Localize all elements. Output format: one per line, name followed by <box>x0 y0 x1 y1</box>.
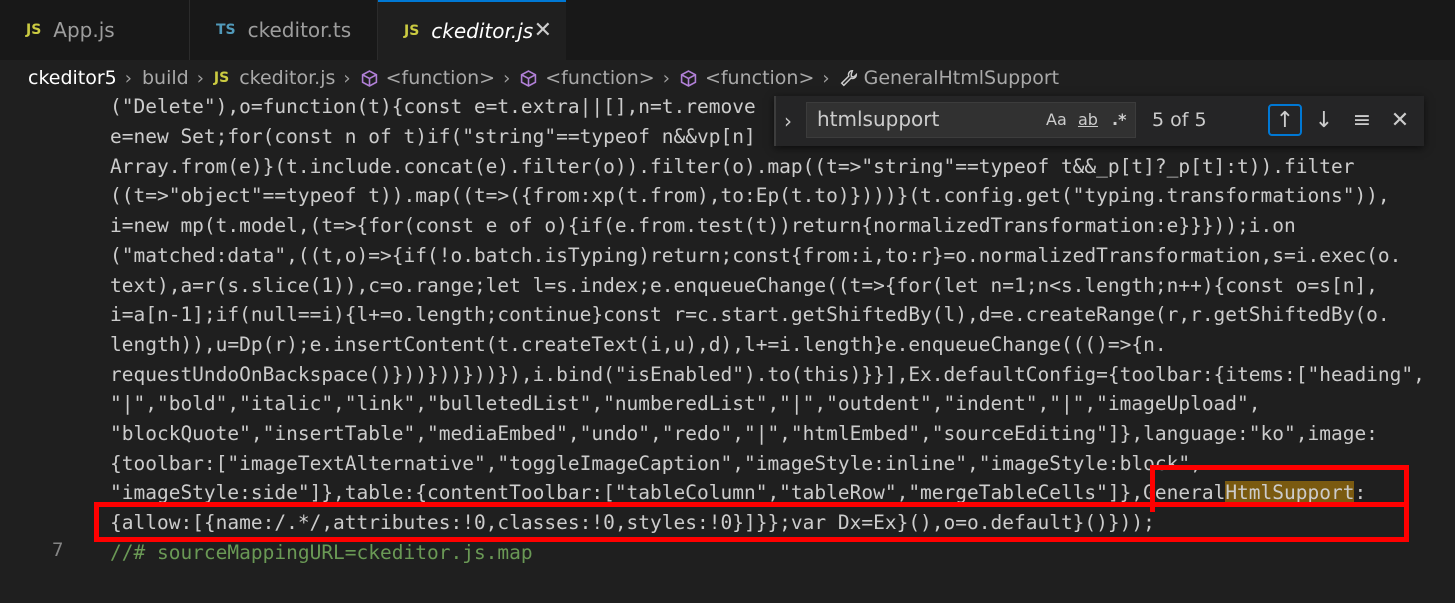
chevron-right-icon: › <box>343 67 351 89</box>
code-line[interactable]: "|","bold","italic","link","bulletedList… <box>110 389 1261 419</box>
code-line[interactable]: i=a[n-1];if(null==i){l+=o.length;continu… <box>110 300 1390 330</box>
find-widget: › htmlsupport Aa ab .* 5 of 5 ↑ ↓ ≡ ✕ <box>774 96 1424 146</box>
code-line[interactable]: length)),u=Dp(r);e.insertContent(t.creat… <box>110 330 1167 360</box>
next-match-icon[interactable]: ↓ <box>1307 104 1341 136</box>
code-line[interactable]: ((t=>"object"==typeof t)).map((t=>({from… <box>110 181 1390 211</box>
tab-label: ckeditor.ts <box>247 18 352 42</box>
code-line[interactable]: ("Delete"),o=function(t){const e=t.extra… <box>110 92 756 122</box>
breadcrumb-label: ckeditor.js <box>239 67 336 89</box>
code-line[interactable]: ("matched:data",((t,o)=>{if(!o.batch.isT… <box>110 241 1401 271</box>
chevron-right-icon: › <box>196 67 204 89</box>
breadcrumb-label: GeneralHtmlSupport <box>863 67 1060 89</box>
code-line[interactable]: "blockQuote","insertTable","mediaEmbed",… <box>110 419 1378 449</box>
tab-ckeditor-ts[interactable]: TS ckeditor.ts <box>190 0 378 60</box>
annotation-box-bottom <box>94 502 1409 542</box>
chevron-right-icon: › <box>822 67 830 89</box>
code-line[interactable]: text),a=r(s.slice(1)),c=o.range;let l=s.… <box>110 271 1378 301</box>
symbol-property-icon <box>840 69 857 87</box>
chevron-right-icon: › <box>124 67 132 89</box>
tab-label: ckeditor.js <box>431 19 534 43</box>
javascript-file-icon: JS <box>26 22 42 38</box>
breadcrumb-label: <function> <box>545 67 655 89</box>
match-case-icon[interactable]: Aa <box>1046 110 1067 129</box>
typescript-file-icon: TS <box>216 22 236 38</box>
line-number: 7 <box>52 539 64 561</box>
breadcrumb: ckeditor5 › build › JS ckeditor.js › <fu… <box>0 62 1455 94</box>
regex-icon[interactable]: .* <box>1112 110 1126 129</box>
comment-line[interactable]: //# sourceMappingURL=ckeditor.js.map <box>110 538 533 568</box>
code-line[interactable]: i=new mp(t.model,(t=>{for(const e of o){… <box>110 211 1296 241</box>
javascript-file-icon: JS <box>404 23 420 39</box>
breadcrumb-item-function[interactable]: <function> <box>361 67 495 89</box>
breadcrumb-item-function[interactable]: <function> <box>520 67 655 89</box>
code-line[interactable]: Array.from(e)}(t.include.concat(e).filte… <box>110 152 1354 182</box>
symbol-method-icon <box>361 69 377 87</box>
breadcrumb-item[interactable]: build <box>142 67 189 89</box>
previous-match-icon[interactable]: ↑ <box>1268 104 1302 136</box>
breadcrumb-item-file[interactable]: JS ckeditor.js <box>214 67 335 89</box>
tab-label: App.js <box>53 18 115 42</box>
symbol-method-icon <box>680 69 697 87</box>
code-line[interactable]: requestUndoOnBackspace()}))}))}))}),i.bi… <box>110 360 1425 390</box>
breadcrumb-item-function[interactable]: <function> <box>680 67 814 89</box>
tab-app-js[interactable]: JS App.js <box>0 0 190 60</box>
match-count: 5 of 5 <box>1152 109 1207 131</box>
find-in-selection-icon[interactable]: ≡ <box>1345 104 1379 136</box>
symbol-method-icon <box>521 69 537 87</box>
code-text: "imageStyle:side"]},table:{contentToolba… <box>110 481 1144 504</box>
chevron-right-icon: › <box>503 67 511 89</box>
code-line[interactable]: {toolbar:["imageTextAlternative","toggle… <box>110 449 1202 479</box>
tab-bar: JS App.js TS ckeditor.ts JS ckeditor.js … <box>0 0 1455 60</box>
breadcrumb-item[interactable]: ckeditor5 <box>28 67 117 89</box>
breadcrumb-label: <function> <box>704 67 815 89</box>
breadcrumb-item-property[interactable]: GeneralHtmlSupport <box>840 67 1060 89</box>
javascript-file-icon: JS <box>213 70 230 86</box>
close-tab-icon[interactable]: ✕ <box>534 18 552 43</box>
toggle-replace-chevron-icon[interactable]: › <box>784 109 792 133</box>
code-line[interactable]: e=new Set;for(const n of t)if("string"==… <box>110 122 756 152</box>
whole-word-icon[interactable]: ab <box>1078 110 1098 129</box>
breadcrumb-label: <function> <box>385 67 496 89</box>
tab-ckeditor-js[interactable]: JS ckeditor.js ✕ <box>378 0 566 60</box>
chevron-right-icon: › <box>662 67 670 89</box>
close-find-icon[interactable]: ✕ <box>1383 104 1417 136</box>
